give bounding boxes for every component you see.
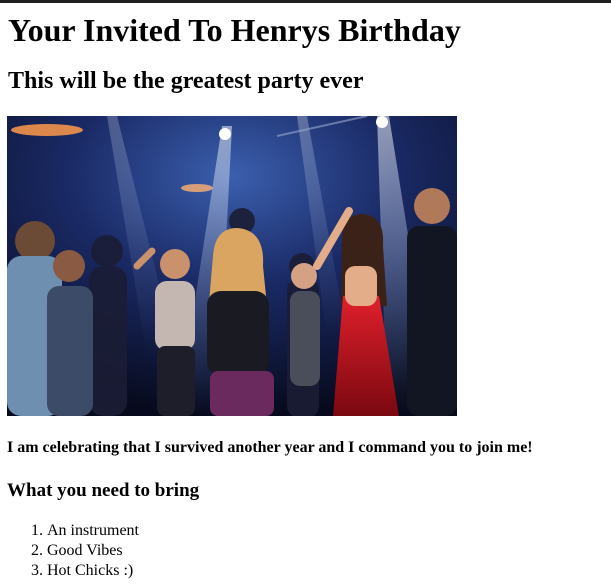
page-subtitle: This will be the greatest party ever (8, 68, 364, 94)
bring-list-item: An instrument (47, 521, 139, 541)
bring-list-item: Hot Chicks :) (47, 561, 139, 581)
bring-heading: What you need to bring (7, 480, 200, 501)
bring-list: An instrument Good Vibes Hot Chicks :) (7, 521, 139, 581)
invitation-message: I am celebrating that I survived another… (7, 439, 533, 456)
party-photo-illustration (7, 116, 457, 416)
window-top-border (0, 0, 611, 3)
page-title: Your Invited To Henrys Birthday (8, 12, 461, 48)
bring-list-item: Good Vibes (47, 541, 139, 561)
party-photo (7, 116, 457, 416)
